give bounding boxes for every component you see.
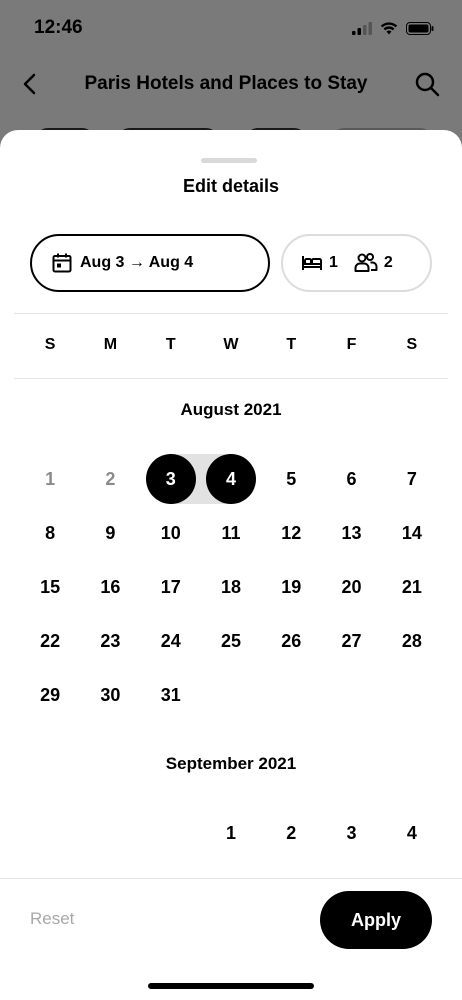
calendar-day[interactable]: 23 (80, 614, 140, 668)
page-title: Paris Hotels and Places to Stay (84, 73, 368, 94)
month-title-september: September 2021 (165, 754, 297, 773)
calendar-empty-cell (141, 806, 201, 860)
back-arrow-icon[interactable] (22, 73, 38, 95)
calendar-day[interactable]: 7 (382, 452, 442, 506)
calendar-empty-cell (382, 668, 442, 722)
calendar-empty-cell (261, 668, 321, 722)
signal-icon (352, 21, 372, 35)
calendar-september: 1234 (20, 806, 442, 860)
calendar-day[interactable]: 15 (20, 560, 80, 614)
calendar-day[interactable]: 21 (382, 560, 442, 614)
calendar-day[interactable]: 17 (141, 560, 201, 614)
calendar-empty-cell (201, 668, 261, 722)
calendar-day[interactable]: 5 (261, 452, 321, 506)
calendar-day[interactable]: 11 (201, 506, 261, 560)
calendar-day[interactable]: 14 (382, 506, 442, 560)
calendar-day[interactable]: 27 (321, 614, 381, 668)
calendar-empty-cell (20, 806, 80, 860)
status-icons (352, 21, 434, 35)
calendar-week-row: 29 30 31 (20, 668, 442, 722)
calendar-day[interactable]: 12 (261, 506, 321, 560)
calendar-day[interactable]: 30 (80, 668, 140, 722)
calendar-day[interactable]: 18 (201, 560, 261, 614)
weekday-label: S (44, 336, 56, 353)
rooms-count: 1 (329, 254, 338, 271)
weekday-label: W (223, 336, 239, 353)
calendar-day[interactable]: 3 (321, 806, 381, 860)
calendar-day[interactable]: 8 (20, 506, 80, 560)
calendar-day-selected[interactable]: 3 (141, 452, 201, 506)
sheet-grabber[interactable] (201, 158, 257, 163)
calendar-day-selected[interactable]: 4 (201, 452, 261, 506)
calendar-day[interactable]: 4 (382, 806, 442, 860)
calendar-day[interactable]: 20 (321, 560, 381, 614)
calendar-day[interactable]: 2 (261, 806, 321, 860)
weekday-label: T (165, 336, 176, 353)
month-title-august: August 2021 (180, 400, 282, 419)
search-icon[interactable] (414, 71, 440, 97)
calendar-week-row: 1 2 34567 (20, 452, 442, 506)
calendar-day[interactable]: 24 (141, 614, 201, 668)
weekday-label: T (286, 336, 297, 353)
divider (14, 313, 448, 314)
app-header: Paris Hotels and Places to Stay (0, 56, 462, 112)
sheet-title: Edit details (182, 176, 280, 196)
status-time: 12:46 (34, 17, 83, 38)
rooms-guests-selector[interactable]: 1 2 (281, 234, 432, 292)
calendar-day-number: 4 (205, 454, 256, 504)
weekday-label: F (346, 336, 357, 353)
calendar-icon (52, 253, 72, 273)
calendar-day[interactable]: 1 (201, 806, 261, 860)
reset-button[interactable]: Reset (30, 909, 74, 929)
calendar-day[interactable]: 10 (141, 506, 201, 560)
calendar-day[interactable]: 25 (201, 614, 261, 668)
wifi-icon (380, 21, 398, 34)
calendar-day[interactable]: 29 (20, 668, 80, 722)
calendar-week-row: 15 16 17 18 19 20 21 (20, 560, 442, 614)
calendar-day[interactable]: 13 (321, 506, 381, 560)
edit-details-sheet: Edit details Aug 3 → Aug 4 1 2 S M T W T… (0, 130, 462, 1000)
calendar-day[interactable]: 26 (261, 614, 321, 668)
divider (14, 378, 448, 379)
calendar-august: 1 2 3 4 5 6 7 8 9 10 11 12 13 14 15 16 17 18 19 20 21 22 23 24 2… (20, 452, 442, 722)
calendar-day[interactable]: 22 (20, 614, 80, 668)
weekday-label: S (406, 336, 418, 353)
bed-icon (302, 256, 322, 270)
calendar-week-row: 8 9 10 11 12 13 14 (20, 506, 442, 560)
calendar-day[interactable]: 19 (261, 560, 321, 614)
calendar-day-past: 2 (105, 468, 116, 489)
dates-selector[interactable]: Aug 3 → Aug 4 (30, 234, 270, 292)
calendar-day-number: 3 (145, 454, 196, 504)
calendar-day[interactable]: 31 (141, 668, 201, 722)
calendar-week-row: 22 23 24 25 26 27 28 (20, 614, 442, 668)
calendar-empty-cell (80, 806, 140, 860)
calendar-day-past: 1 (45, 468, 56, 489)
dates-label: Aug 3 → Aug 4 (80, 254, 194, 271)
weekday-header: S M T W T F S (20, 336, 442, 354)
calendar-day[interactable]: 16 (80, 560, 140, 614)
battery-icon (406, 21, 434, 35)
calendar-week-row: 1234 (20, 806, 442, 860)
weekday-label: M (103, 336, 118, 353)
status-bar: 12:46 (0, 0, 462, 56)
calendar-empty-cell (321, 668, 381, 722)
calendar-day[interactable]: 6 (321, 452, 381, 506)
home-indicator (148, 983, 314, 989)
apply-button[interactable]: Apply (320, 891, 432, 949)
calendar-day[interactable]: 9 (80, 506, 140, 560)
guests-count: 2 (383, 254, 393, 271)
guests-icon (354, 253, 378, 272)
sheet-footer: Reset Apply (0, 878, 462, 1000)
calendar-day[interactable]: 28 (382, 614, 442, 668)
